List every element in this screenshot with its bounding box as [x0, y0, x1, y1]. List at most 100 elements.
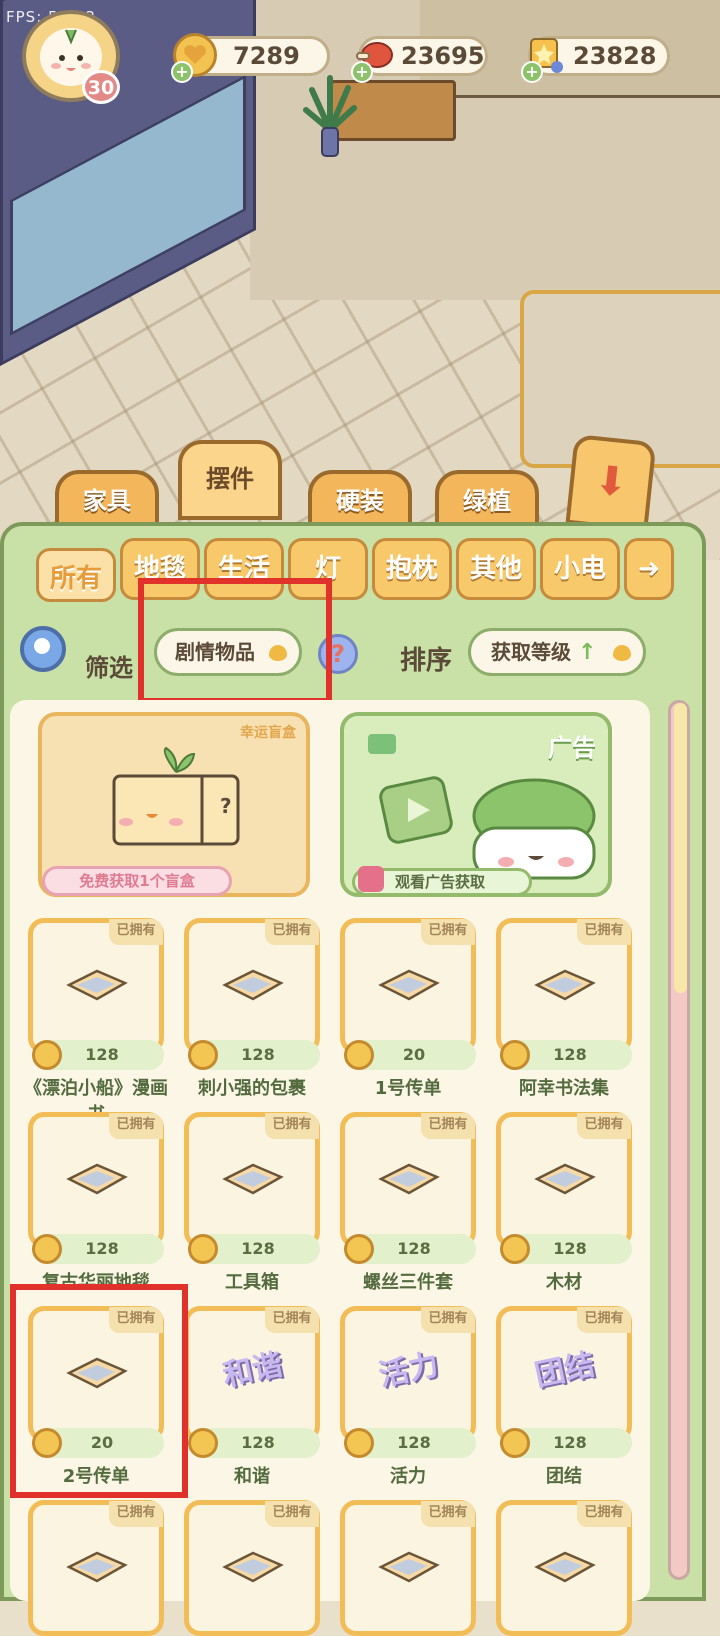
scroll-thumb[interactable]	[674, 703, 687, 993]
level-badge: 30	[82, 70, 120, 104]
add-coins-icon[interactable]: +	[171, 61, 193, 83]
item-card[interactable]: 已拥有	[184, 918, 320, 1054]
item-name: 1号传单	[374, 1078, 442, 1099]
meat-counter[interactable]: + 23695	[351, 36, 488, 83]
owned-badge: 已拥有	[577, 1307, 631, 1333]
item-icon	[375, 1539, 441, 1589]
coin-icon	[188, 1234, 218, 1264]
owned-badge: 已拥有	[265, 1113, 319, 1139]
free-blind-box-button[interactable]: 免费获取1个盲盒	[42, 866, 232, 896]
item-card[interactable]: 已拥有	[496, 1112, 632, 1248]
owned-badge: 已拥有	[577, 1501, 631, 1527]
owned-badge: 已拥有	[265, 1501, 319, 1527]
text-sign-icon: 和谐	[219, 1345, 286, 1395]
coin-icon	[500, 1234, 530, 1264]
item-scrollbar[interactable]	[668, 700, 690, 1580]
item-sign-text: 团结	[531, 1347, 598, 1394]
coin-icon	[188, 1040, 218, 1070]
sort-dropdown[interactable]: 获取等级 ↑	[468, 628, 646, 676]
coin-icon	[344, 1234, 374, 1264]
text-sign-icon: 活力	[375, 1345, 442, 1395]
screws-icon	[375, 1151, 441, 1201]
lumber-icon	[531, 1151, 597, 1201]
subtab-electronics[interactable]: 小电	[540, 538, 620, 600]
video-icon	[368, 734, 396, 754]
owned-badge: 已拥有	[577, 1113, 631, 1139]
ad-mascot-icon	[379, 776, 596, 880]
item-card[interactable]: 已拥有	[28, 1112, 164, 1248]
arrow-right-icon: ➜	[638, 554, 660, 584]
item-card[interactable]: 已拥有	[340, 918, 476, 1054]
item-card[interactable]: 已拥有	[184, 1500, 320, 1636]
tv-icon	[358, 866, 384, 892]
coin-icon	[344, 1428, 374, 1458]
coin-counter[interactable]: + 7289	[171, 33, 330, 83]
subtab-pillows[interactable]: 抱枕	[372, 538, 452, 600]
subtab-next-button[interactable]: ➜	[624, 538, 674, 600]
item-name: 活力	[390, 1466, 426, 1487]
owned-badge: 已拥有	[421, 1307, 475, 1333]
coin-icon	[500, 1040, 530, 1070]
filter-label: 筛选	[85, 654, 133, 682]
item-card[interactable]: 已拥有	[496, 1500, 632, 1636]
item-icon	[63, 1539, 129, 1589]
sort-heart-icon	[613, 645, 631, 661]
tab-decorations[interactable]: 摆件	[178, 440, 282, 520]
arrow-down-icon: ⬇	[592, 457, 631, 507]
toolbox-icon	[219, 1151, 285, 1201]
item-icon	[531, 1539, 597, 1589]
add-meat-icon[interactable]: +	[351, 61, 373, 83]
blind-box-tag: 幸运盲盒	[240, 725, 296, 741]
item-card[interactable]: 已拥有 和谐	[184, 1306, 320, 1442]
owned-badge: 已拥有	[109, 1113, 163, 1139]
owned-badge: 已拥有	[577, 919, 631, 945]
owned-badge: 已拥有	[109, 919, 163, 945]
lucky-blind-box-card[interactable]: 幸运盲盒 ? 免费获取1个盲盒	[38, 712, 310, 897]
coin-icon	[32, 1040, 62, 1070]
item-name: 和谐	[234, 1466, 270, 1487]
coin-icon	[500, 1428, 530, 1458]
rug-icon	[63, 1151, 129, 1201]
item-name: 螺丝三件套	[363, 1272, 453, 1293]
owned-badge: 已拥有	[265, 919, 319, 945]
blind-box-mark: ?	[220, 794, 232, 818]
add-stars-icon[interactable]: +	[521, 61, 543, 83]
text-sign-icon: 团结	[531, 1345, 598, 1395]
collapse-panel-button[interactable]: ⬇	[565, 433, 657, 533]
star-amount: 23828	[573, 42, 657, 70]
coin-amount: 7289	[233, 42, 300, 70]
item-card[interactable]: 已拥有	[28, 1500, 164, 1636]
parcel-icon	[219, 957, 285, 1007]
owned-badge: 已拥有	[421, 1501, 475, 1527]
search-icon[interactable]	[20, 626, 66, 672]
calligraphy-book-icon	[531, 957, 597, 1007]
item-name: 木材	[546, 1272, 582, 1293]
item-name: 刺小强的包裹	[198, 1078, 306, 1099]
item-name: 阿幸书法集	[519, 1078, 609, 1099]
item-card[interactable]: 已拥有	[340, 1500, 476, 1636]
filter-highlight-box	[138, 578, 332, 704]
star-counter[interactable]: + 23828	[521, 36, 670, 83]
coin-icon	[32, 1234, 62, 1264]
coin-icon	[344, 1040, 374, 1070]
subtab-other[interactable]: 其他	[456, 538, 536, 600]
item-card[interactable]: 已拥有	[340, 1112, 476, 1248]
owned-badge: 已拥有	[109, 1501, 163, 1527]
item-card[interactable]: 已拥有	[28, 918, 164, 1054]
item-card[interactable]: 已拥有活力	[340, 1306, 476, 1442]
sort-value: 获取等级	[491, 640, 571, 664]
flyer-icon	[375, 957, 441, 1007]
owned-badge: 已拥有	[421, 919, 475, 945]
ad-reward-card[interactable]: 广告 观看广告获取	[340, 712, 612, 897]
meat-amount: 23695	[401, 42, 485, 70]
item-sign-text: 和谐	[219, 1347, 286, 1394]
subtab-all[interactable]: 所有	[36, 548, 116, 602]
item-icon	[219, 1539, 285, 1589]
item-highlight-box	[10, 1284, 188, 1498]
potted-plant-icon	[303, 75, 357, 157]
item-card[interactable]: 已拥有团结	[496, 1306, 632, 1442]
item-sign-text: 活力	[375, 1347, 442, 1394]
item-card[interactable]: 已拥有	[184, 1112, 320, 1248]
coin-icon	[188, 1428, 218, 1458]
item-card[interactable]: 已拥有	[496, 918, 632, 1054]
